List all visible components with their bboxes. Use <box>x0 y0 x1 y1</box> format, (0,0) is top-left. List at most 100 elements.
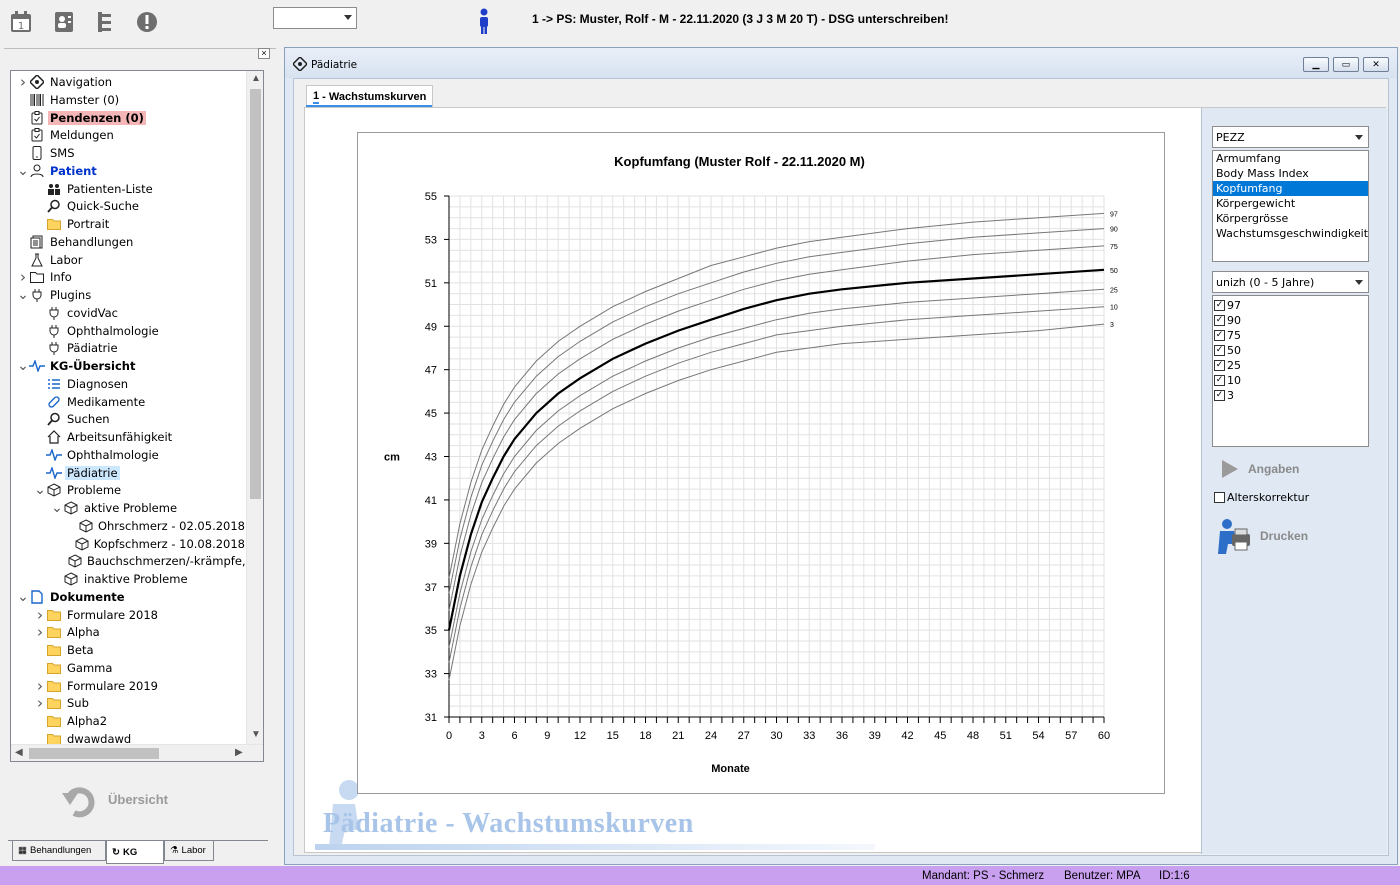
tree-item[interactable]: Diagnosen <box>11 375 247 393</box>
percentile-checkbox[interactable]: ✓ 10 <box>1213 373 1368 388</box>
tree-item[interactable]: Suchen <box>11 410 247 428</box>
tree-item[interactable]: ⌄ Plugins <box>11 286 247 304</box>
y-tick-label: 41 <box>425 495 437 507</box>
close-icon[interactable]: × <box>258 48 270 59</box>
percentile-checkbox[interactable]: ✓ 97 <box>1213 298 1368 313</box>
tab-kg[interactable]: ↻ KG <box>106 841 164 864</box>
chevron-right-icon[interactable]: › <box>34 677 46 695</box>
tree-item[interactable]: › Navigation <box>11 73 247 91</box>
window-titlebar[interactable]: Pädiatrie ▁ ▭ ✕ <box>285 48 1397 78</box>
tree-item[interactable]: Ohrschmerz - 02.05.2018 <box>11 517 247 535</box>
measure-option[interactable]: Körpergrösse <box>1213 211 1368 226</box>
tree-item[interactable]: › Formulare 2018 <box>11 606 247 624</box>
checkbox[interactable]: ✓ <box>1214 390 1225 401</box>
checkbox[interactable]: ✓ <box>1214 345 1225 356</box>
tree-item[interactable]: Beta <box>11 641 247 659</box>
tree-item[interactable]: Kopfschmerz - 10.08.2018 <box>11 535 247 553</box>
tree-item[interactable]: Quick-Suche <box>11 197 247 215</box>
scroll-thumb[interactable] <box>29 748 159 759</box>
chevron-down-icon[interactable]: ⌄ <box>51 499 63 517</box>
checkbox[interactable]: ✓ <box>1214 300 1225 311</box>
checkbox[interactable] <box>1214 492 1225 503</box>
tree-item[interactable]: Pädiatrie <box>11 339 247 357</box>
tree-item[interactable]: ⌄ Dokumente <box>11 588 247 606</box>
tree-item[interactable]: Bauchschmerzen/-krämpfe, <box>11 552 247 570</box>
tree-item[interactable]: Ophthalmologie <box>11 322 247 340</box>
tree-item[interactable]: Labor <box>11 251 247 269</box>
tree-item[interactable]: Pendenzen (0) <box>11 109 247 127</box>
tree-item[interactable]: Arbeitsunfähigkeit <box>11 428 247 446</box>
tree-item[interactable]: Gamma <box>11 659 247 677</box>
scroll-down-icon[interactable]: ▼ <box>251 729 261 740</box>
chevron-down-icon[interactable]: ⌄ <box>17 286 29 304</box>
scroll-right-icon[interactable]: ▶ <box>235 747 243 758</box>
maximize-button[interactable]: ▭ <box>1333 57 1359 72</box>
checkbox[interactable]: ✓ <box>1214 375 1225 386</box>
measure-option[interactable]: Kopfumfang <box>1213 181 1368 196</box>
tree-item[interactable]: ⌄ Patient <box>11 162 247 180</box>
tree-item[interactable]: SMS <box>11 144 247 162</box>
horizontal-scrollbar[interactable]: ◀ ▶ <box>11 744 263 761</box>
tree-item[interactable]: Medikamente <box>11 393 247 411</box>
alterskorrektur-checkbox[interactable]: Alterskorrektur <box>1214 491 1309 504</box>
chevron-down-icon[interactable]: ⌄ <box>34 481 46 499</box>
tree-item[interactable]: ⌄ Probleme <box>11 481 247 499</box>
toolbar-combo[interactable] <box>273 7 357 29</box>
tree-item[interactable]: Alpha2 <box>11 712 247 730</box>
minimize-button[interactable]: ▁ <box>1303 57 1329 72</box>
tab-labor[interactable]: ⚗ Labor <box>164 841 214 861</box>
scroll-up-icon[interactable]: ▲ <box>251 73 261 84</box>
measure-option[interactable]: Wachstumsgeschwindigkeit (k <box>1213 226 1368 241</box>
tree-item[interactable]: ⌄ aktive Probleme <box>11 499 247 517</box>
measure-option[interactable]: Body Mass Index <box>1213 166 1368 181</box>
tree-item[interactable]: › Sub <box>11 694 247 712</box>
tree-item[interactable]: inaktive Probleme <box>11 570 247 588</box>
tree-item[interactable]: Hamster (0) <box>11 91 247 109</box>
alert-icon[interactable] <box>134 9 160 35</box>
tree-item[interactable]: Behandlungen <box>11 233 247 251</box>
percentile-checkbox[interactable]: ✓ 75 <box>1213 328 1368 343</box>
tree-item[interactable]: › Alpha <box>11 623 247 641</box>
tree-item[interactable]: Ophthalmologie <box>11 446 247 464</box>
tree-item[interactable]: covidVac <box>11 304 247 322</box>
checkbox[interactable]: ✓ <box>1214 330 1225 341</box>
chevron-down-icon[interactable]: ⌄ <box>17 357 29 375</box>
tree-item[interactable]: Portrait <box>11 215 247 233</box>
scroll-thumb[interactable] <box>250 89 261 499</box>
chevron-right-icon[interactable]: › <box>17 73 29 91</box>
angaben-button[interactable]: Angaben <box>1218 458 1299 480</box>
tree-item[interactable]: › Formulare 2019 <box>11 677 247 695</box>
percentile-checkbox[interactable]: ✓ 3 <box>1213 388 1368 403</box>
tree-item[interactable]: › Info <box>11 268 247 286</box>
tree-item[interactable]: ⌄ KG-Übersicht <box>11 357 247 375</box>
vertical-scrollbar[interactable]: ▲ ▼ <box>246 71 263 744</box>
calendar-icon[interactable]: 1 <box>8 9 34 35</box>
measure-option[interactable]: Armumfang <box>1213 151 1368 166</box>
tree-item[interactable]: Patienten-Liste <box>11 180 247 198</box>
patient-card-icon[interactable] <box>51 9 77 35</box>
drucken-button[interactable]: Drucken <box>1214 518 1308 554</box>
reference-combo[interactable]: PEZZ <box>1212 126 1369 148</box>
chevron-down-icon[interactable]: ⌄ <box>17 588 29 606</box>
chevron-right-icon[interactable]: › <box>34 623 46 641</box>
tree-item[interactable]: Pädiatrie <box>11 464 247 482</box>
tab-wachstumskurven[interactable]: 1 - Wachstumskurven <box>306 85 434 107</box>
scroll-left-icon[interactable]: ◀ <box>15 747 23 758</box>
tree-item[interactable]: Meldungen <box>11 126 247 144</box>
checkbox[interactable]: ✓ <box>1214 360 1225 371</box>
tree-icon[interactable] <box>92 9 118 35</box>
dataset-combo[interactable]: unizh (0 - 5 Jahre) <box>1212 271 1369 293</box>
checkbox[interactable]: ✓ <box>1214 315 1225 326</box>
uebersicht-button[interactable]: Übersicht <box>60 774 220 824</box>
chevron-down-icon[interactable]: ⌄ <box>17 162 29 180</box>
tab-label: KG <box>122 846 138 858</box>
chevron-right-icon[interactable]: › <box>34 606 46 624</box>
close-window-button[interactable]: ✕ <box>1363 57 1389 72</box>
percentile-checkbox[interactable]: ✓ 25 <box>1213 358 1368 373</box>
tab-behandlungen[interactable]: ▦ Behandlungen <box>12 841 106 861</box>
measure-option[interactable]: Körpergewicht <box>1213 196 1368 211</box>
chevron-right-icon[interactable]: › <box>17 268 29 286</box>
percentile-checkbox[interactable]: ✓ 50 <box>1213 343 1368 358</box>
percentile-checkbox[interactable]: ✓ 90 <box>1213 313 1368 328</box>
chevron-right-icon[interactable]: › <box>34 694 46 712</box>
